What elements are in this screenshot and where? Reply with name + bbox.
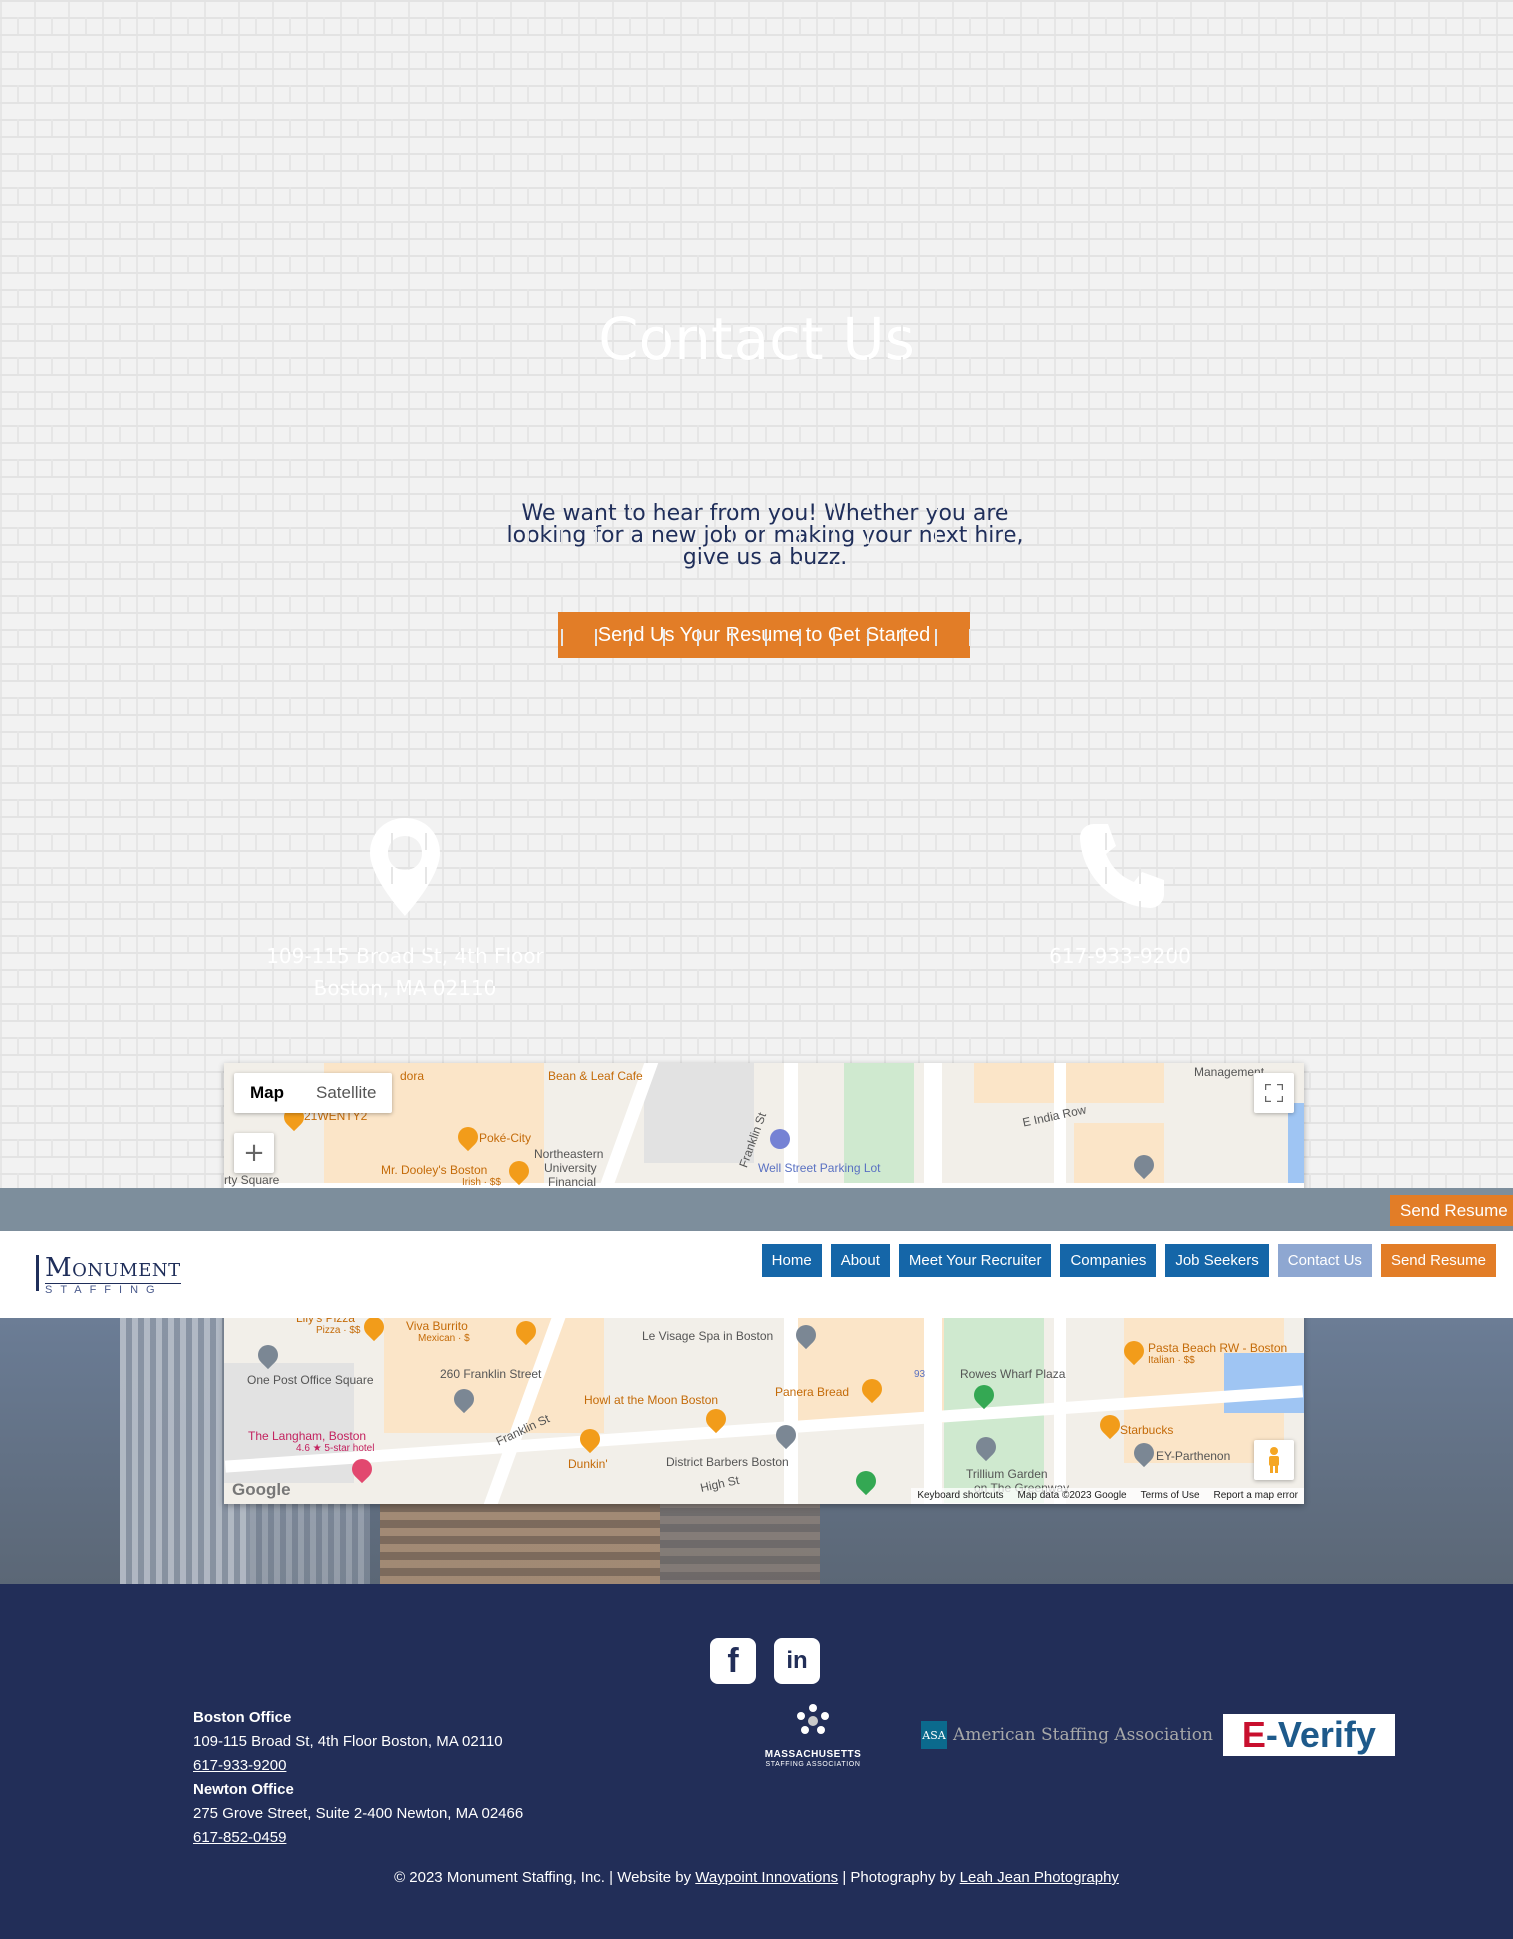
- zoom-in-button[interactable]: +: [234, 1133, 274, 1173]
- leah-jean-link[interactable]: Leah Jean Photography: [960, 1869, 1119, 1886]
- map-label[interactable]: EY-Parthenon: [1156, 1449, 1230, 1463]
- map-label[interactable]: dora: [400, 1069, 424, 1083]
- copyright-mid: | Photography by: [838, 1869, 960, 1886]
- parking-pin-icon[interactable]: [770, 1129, 790, 1149]
- map-label[interactable]: Howl at the Moon Boston: [584, 1393, 718, 1407]
- map-label[interactable]: Bean & Leaf Cafe: [548, 1069, 643, 1083]
- keyboard-shortcuts-link[interactable]: Keyboard shortcuts: [917, 1488, 1003, 1504]
- logo-bar: [36, 1255, 39, 1291]
- logo-main-text: Monument: [45, 1253, 181, 1283]
- phone-icon: [1076, 820, 1168, 916]
- boston-office-heading: Boston Office: [193, 1709, 292, 1726]
- main-nav: Home About Meet Your Recruiter Companies…: [761, 1244, 1496, 1277]
- send-resume-cta-button[interactable]: Send Us Your Resume to Get Started: [558, 612, 970, 658]
- e-verify-logo[interactable]: E -Verify: [1222, 1714, 1395, 1756]
- map-label[interactable]: District Barbers Boston: [666, 1455, 789, 1469]
- sticky-send-resume-button[interactable]: Send Resume: [1390, 1195, 1513, 1226]
- asa-text: American Staffing Association: [953, 1725, 1213, 1745]
- nav-contact-us[interactable]: Contact Us: [1277, 1244, 1372, 1277]
- map-label[interactable]: Starbucks: [1120, 1423, 1173, 1437]
- map-label: rty Square: [224, 1173, 280, 1187]
- page-title: Contact Us: [598, 305, 915, 373]
- map-label[interactable]: Le Visage Spa in Boston: [642, 1329, 773, 1343]
- facebook-icon[interactable]: f: [710, 1638, 756, 1684]
- map-footer: Keyboard shortcuts Map data ©2023 Google…: [911, 1488, 1304, 1504]
- address-text: 109-115 Broad St, 4th Floor Boston, MA 0…: [220, 940, 590, 1004]
- map-label: Pizza · $$: [316, 1325, 361, 1336]
- nav-about[interactable]: About: [830, 1244, 890, 1277]
- map-label: 260 Franklin Street: [440, 1367, 542, 1381]
- map-label: Italian · $$: [1148, 1355, 1195, 1366]
- terms-link[interactable]: Terms of Use: [1141, 1488, 1200, 1504]
- map-label[interactable]: Viva Burrito: [406, 1319, 468, 1333]
- map-label[interactable]: Pasta Beach RW - Boston: [1148, 1341, 1287, 1355]
- interstate-shield-icon: 93: [914, 1369, 926, 1380]
- address-line-2: Boston, MA 02110: [313, 976, 497, 1000]
- map-label: Financial: [548, 1175, 597, 1189]
- nav-job-seekers[interactable]: Job Seekers: [1165, 1244, 1269, 1277]
- map-data-credit: Map data ©2023 Google: [1017, 1490, 1127, 1501]
- nav-home[interactable]: Home: [761, 1244, 822, 1277]
- map-label[interactable]: Dunkin': [568, 1457, 608, 1471]
- boston-office-address: 109-115 Broad St, 4th Floor Boston, MA 0…: [193, 1733, 503, 1750]
- mass-logo-sub: STAFFING ASSOCIATION: [765, 1761, 861, 1768]
- pegman-icon[interactable]: [1254, 1440, 1294, 1480]
- boston-office-phone[interactable]: 617-933-9200: [193, 1757, 286, 1774]
- waypoint-link[interactable]: Waypoint Innovations: [695, 1869, 838, 1886]
- place-pin-icon[interactable]: [851, 1466, 881, 1496]
- sticky-bar: Send Resume: [0, 1188, 1513, 1231]
- map-pin-icon: [370, 818, 440, 920]
- address-line-1: 109-115 Broad St, 4th Floor: [266, 944, 544, 968]
- map-label[interactable]: Mr. Dooley's Boston: [381, 1163, 487, 1177]
- map-label: One Post Office Square: [247, 1373, 374, 1387]
- e-verify-e: E: [1241, 1714, 1266, 1755]
- map-type-satellite[interactable]: Satellite: [300, 1073, 392, 1113]
- site-footer: f in Boston Office 109-115 Broad St, 4th…: [0, 1584, 1513, 1939]
- nav-companies[interactable]: Companies: [1060, 1244, 1157, 1277]
- map-building: [644, 1063, 754, 1163]
- monument-staffing-logo[interactable]: Monument STAFFING: [36, 1253, 181, 1296]
- hero-section: Contact Us We want to hear from you! Whe…: [0, 0, 1513, 1188]
- map-label: Northeastern: [534, 1147, 604, 1161]
- map-block: [974, 1063, 1164, 1103]
- newton-office-phone[interactable]: 617-852-0459: [193, 1829, 286, 1846]
- mass-logo-name: MASSACHUSETTS: [764, 1749, 862, 1760]
- map-label: University: [544, 1161, 597, 1175]
- logo-sub-text: STAFFING: [45, 1283, 181, 1296]
- american-staffing-association-logo[interactable]: ASA American Staffing Association: [921, 1721, 1213, 1749]
- main-header: Monument STAFFING Home About Meet Your R…: [0, 1231, 1513, 1318]
- asa-box: ASA: [921, 1721, 947, 1749]
- report-error-link[interactable]: Report a map error: [1214, 1488, 1298, 1504]
- partner-logos: MASSACHUSETTS STAFFING ASSOCIATION ASA A…: [745, 1702, 1395, 1768]
- map-label: Mexican · $: [418, 1333, 470, 1344]
- massachusetts-staffing-association-logo[interactable]: MASSACHUSETTS STAFFING ASSOCIATION: [745, 1702, 881, 1768]
- map-label[interactable]: The Langham, Boston: [248, 1429, 366, 1443]
- office-info: Boston Office 109-115 Broad St, 4th Floo…: [193, 1706, 523, 1850]
- phone-text[interactable]: 617-933-9200: [1020, 940, 1220, 972]
- newton-office-heading: Newton Office: [193, 1781, 294, 1798]
- fullscreen-icon[interactable]: [1254, 1073, 1294, 1113]
- google-logo[interactable]: Google: [232, 1480, 291, 1500]
- linkedin-icon[interactable]: in: [774, 1638, 820, 1684]
- copyright: © 2023 Monument Staffing, Inc. | Website…: [0, 1869, 1513, 1886]
- map-label[interactable]: Well Street Parking Lot: [758, 1161, 881, 1175]
- map-type-map[interactable]: Map: [234, 1073, 300, 1113]
- map-label[interactable]: Panera Bread: [775, 1385, 849, 1399]
- hero-intro: We want to hear from you! Whether you ar…: [506, 501, 1024, 570]
- map-water: [1224, 1353, 1304, 1413]
- map-label: Trillium Garden: [966, 1467, 1048, 1481]
- social-links: f in: [710, 1638, 820, 1684]
- map-type-toggle[interactable]: Map Satellite: [234, 1073, 393, 1113]
- nav-meet-your-recruiter[interactable]: Meet Your Recruiter: [898, 1244, 1052, 1277]
- map-label[interactable]: Poké-City: [479, 1131, 531, 1145]
- nav-send-resume[interactable]: Send Resume: [1380, 1244, 1496, 1277]
- map-label: Rowes Wharf Plaza: [960, 1367, 1066, 1381]
- copyright-text: © 2023 Monument Staffing, Inc. | Website…: [394, 1869, 696, 1886]
- e-verify-text: -Verify: [1265, 1714, 1376, 1755]
- map-label: Irish · $$: [462, 1177, 501, 1188]
- mass-logo-emblem-icon: [745, 1702, 881, 1750]
- map-label: High St: [698, 1473, 741, 1495]
- map-label: 4.6 ★ 5-star hotel: [296, 1443, 375, 1454]
- newton-office-address: 275 Grove Street, Suite 2-400 Newton, MA…: [193, 1805, 524, 1822]
